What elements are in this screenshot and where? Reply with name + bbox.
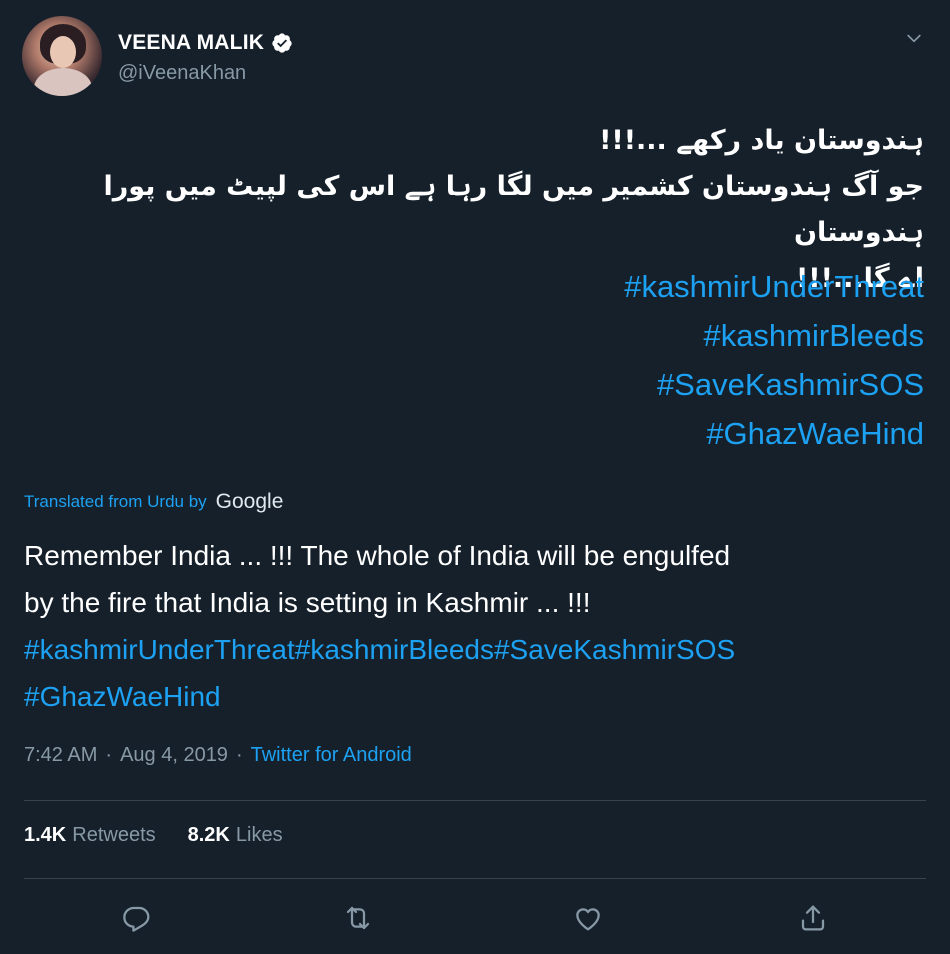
translation-hashtags[interactable]: #GhazWaeHind [24, 673, 929, 720]
tweet-detail: VEENA MALIK @iVeenaKhan ہندوستان یاد رکھ… [0, 0, 950, 954]
hashtag-link[interactable]: #kashmirUnderThreat [624, 262, 924, 311]
avatar-dress [34, 68, 92, 96]
author-handle[interactable]: @iVeenaKhan [118, 62, 293, 85]
author-identity: VEENA MALIK @iVeenaKhan [118, 28, 293, 85]
hashtag-link[interactable]: #SaveKashmirSOS [624, 360, 924, 409]
translation-hashtags[interactable]: #kashmirUnderThreat#kashmirBleeds#SaveKa… [24, 626, 929, 673]
retweets-label[interactable]: Retweets [72, 824, 155, 847]
avatar[interactable] [22, 16, 102, 96]
chevron-down-icon[interactable] [904, 28, 924, 48]
hashtag-link[interactable]: #kashmirBleeds [624, 311, 924, 360]
divider [24, 800, 926, 801]
verified-badge-icon [272, 32, 292, 53]
hashtag-list: #kashmirUnderThreat #kashmirBleeds #Save… [624, 262, 924, 458]
engagement-stats: 1.4K Retweets 8.2K Likes [24, 824, 283, 847]
translated-from-label[interactable]: Translated from Urdu by [24, 492, 207, 512]
tweet-date[interactable]: Aug 4, 2019 [120, 744, 228, 767]
divider [24, 878, 926, 879]
translation-line: by the fire that India is setting in Kas… [24, 587, 591, 618]
tweet-time[interactable]: 7:42 AM [24, 744, 97, 767]
likes-label[interactable]: Likes [236, 824, 283, 847]
translated-text: Remember India ... !!! The whole of Indi… [24, 532, 929, 720]
name-row: VEENA MALIK [118, 28, 293, 58]
avatar-face [50, 36, 76, 68]
retweets-count[interactable]: 1.4K [24, 824, 66, 847]
tweet-header: VEENA MALIK @iVeenaKhan [22, 16, 293, 96]
hashtag-link[interactable]: #GhazWaeHind [624, 409, 924, 458]
urdu-line: ہندوستان یاد رکھے ...!!! [599, 125, 924, 156]
likes-count[interactable]: 8.2K [188, 824, 230, 847]
reply-icon[interactable] [121, 902, 153, 934]
tweet-actions [0, 898, 950, 938]
heart-icon[interactable] [572, 902, 604, 934]
meta-separator: · [235, 744, 243, 766]
tweet-metadata: 7:42 AM · Aug 4, 2019 · Twitter for Andr… [24, 744, 412, 767]
tweet-source-link[interactable]: Twitter for Android [251, 744, 412, 767]
share-icon[interactable] [797, 902, 829, 934]
retweet-icon[interactable] [342, 902, 374, 934]
meta-separator: · [105, 744, 113, 766]
google-logo: Google [215, 490, 284, 513]
translation-line: Remember India ... !!! The whole of Indi… [24, 540, 731, 571]
translation-attribution: Translated from Urdu by Google [24, 490, 283, 514]
urdu-line: جو آگ ہندوستان کشمیر میں لگا رہا ہے اس ک… [103, 171, 924, 248]
author-name[interactable]: VEENA MALIK [118, 31, 264, 55]
